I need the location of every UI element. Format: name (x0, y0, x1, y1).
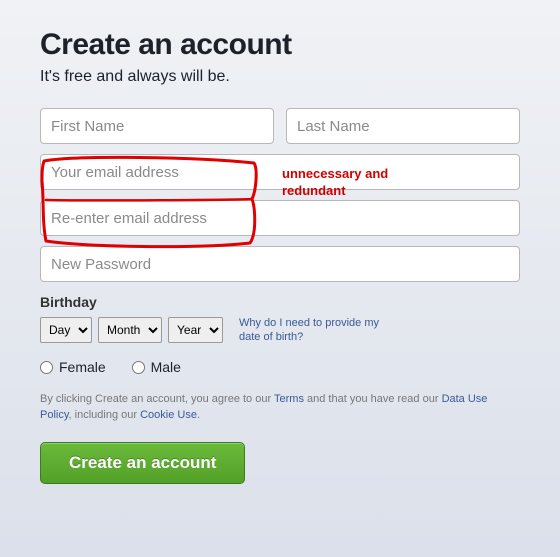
birthday-label: Birthday (40, 294, 520, 310)
gender-male-option[interactable]: Male (132, 359, 181, 375)
email-input[interactable] (40, 154, 520, 190)
reenter-email-input[interactable] (40, 200, 520, 236)
legal-text: By clicking Create an account, you agree… (40, 391, 520, 424)
gender-male-label: Male (151, 359, 181, 375)
gender-female-label: Female (59, 359, 106, 375)
gender-female-radio[interactable] (40, 361, 53, 374)
gender-male-radio[interactable] (132, 361, 145, 374)
birthday-day-select[interactable]: Day (40, 317, 92, 343)
first-name-input[interactable] (40, 108, 274, 144)
birthday-year-select[interactable]: Year (168, 317, 223, 343)
create-account-button[interactable]: Create an account (40, 442, 245, 484)
password-input[interactable] (40, 246, 520, 282)
terms-link[interactable]: Terms (274, 393, 304, 405)
page-subtitle: It's free and always will be. (40, 68, 520, 86)
cookie-use-link[interactable]: Cookie Use (140, 409, 197, 421)
gender-female-option[interactable]: Female (40, 359, 110, 375)
last-name-input[interactable] (286, 108, 520, 144)
birthday-why-link[interactable]: Why do I need to provide my date of birt… (239, 316, 399, 345)
page-title: Create an account (40, 28, 520, 62)
birthday-month-select[interactable]: Month (98, 317, 162, 343)
